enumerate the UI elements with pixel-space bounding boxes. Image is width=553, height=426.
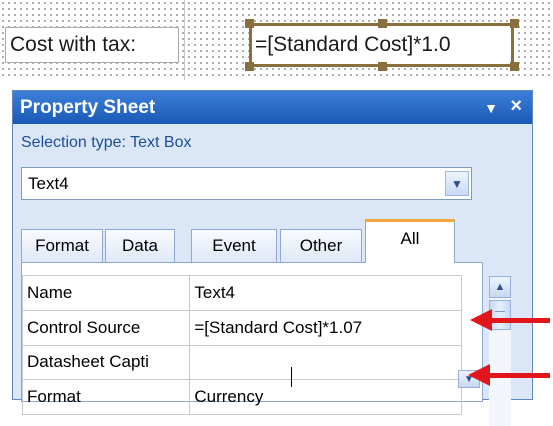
tab-other[interactable]: Other (280, 229, 362, 262)
resize-handle-bottom-right[interactable] (510, 62, 519, 71)
panel-menu-dropdown-icon[interactable]: ▼ (484, 100, 498, 116)
table-row[interactable]: Datasheet Capti (21, 344, 462, 381)
table-row[interactable]: Name Text4 (21, 275, 462, 311)
tab-event[interactable]: Event (191, 229, 277, 262)
calculated-textbox[interactable]: =[Standard Cost]*1.0 (249, 23, 514, 67)
close-icon[interactable]: × (510, 95, 522, 118)
resize-handle-bottom-middle[interactable] (378, 62, 387, 71)
property-name: Name (21, 275, 191, 311)
cost-with-tax-label[interactable]: Cost with tax: (5, 27, 179, 63)
property-value-name[interactable]: Text4 (189, 275, 462, 311)
object-selector-value: Text4 (28, 174, 69, 193)
grid-guide-line (184, 0, 185, 80)
property-sheet-title: Property Sheet (20, 97, 156, 118)
tab-all[interactable]: All (365, 219, 455, 263)
property-value-datasheet-caption[interactable] (189, 344, 462, 381)
chevron-down-icon[interactable]: ▼ (445, 171, 469, 196)
tab-format[interactable]: Format (21, 229, 103, 262)
selection-type-label: Selection type: Text Box (21, 134, 192, 151)
scroll-thumb[interactable] (489, 300, 511, 330)
resize-handle-top-middle[interactable] (378, 19, 387, 28)
property-name: Datasheet Capti (21, 344, 191, 381)
resize-handle-top-left[interactable] (245, 19, 254, 28)
property-sheet-titlebar[interactable]: Property Sheet ▼ × (13, 91, 532, 124)
property-value-format[interactable]: Currency (189, 379, 462, 415)
resize-handle-bottom-left[interactable] (245, 62, 254, 71)
table-row[interactable]: Format Currency (21, 379, 462, 415)
object-selector-combo[interactable]: Text4 ▼ (21, 167, 472, 200)
property-value-control-source[interactable]: =[Standard Cost]*1.07 (189, 309, 462, 346)
chevron-up-icon[interactable]: ▲ (489, 276, 511, 298)
resize-handle-top-right[interactable] (510, 19, 519, 28)
table-row[interactable]: Control Source =[Standard Cost]*1.07 (21, 309, 462, 346)
text-cursor (291, 367, 292, 387)
property-grid: Name Text4 Control Source =[Standard Cos… (21, 275, 462, 415)
tab-data[interactable]: Data (105, 229, 175, 262)
property-grid-scrollbar[interactable]: ▲ (489, 276, 511, 426)
property-name: Format (21, 379, 191, 415)
red-arrow-icon (470, 309, 550, 331)
property-name: Control Source (21, 309, 191, 346)
red-arrow-icon (468, 364, 550, 386)
